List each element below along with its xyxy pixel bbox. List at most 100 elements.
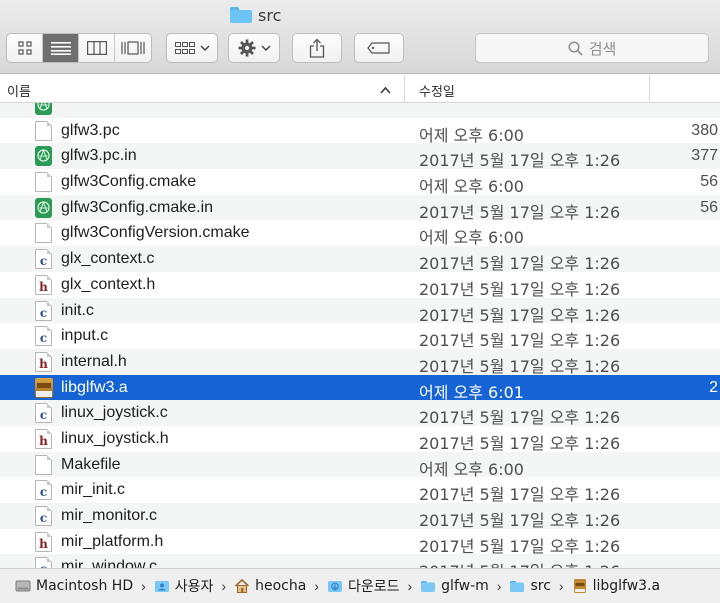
c-source-file-icon: c [35,300,52,321]
file-name: glfw3.pc.in [61,147,137,165]
path-crumb[interactable]: Macintosh HD [15,578,133,594]
file-name: linux_joystick.h [61,429,169,447]
chevron-down-icon [199,45,210,52]
file-row-selected[interactable]: libglfw3.a 어제 오후 6:01 2 [0,374,720,402]
list-view-button[interactable] [43,34,79,62]
file-date-modified: 어제 오후 6:00 [419,228,524,248]
file-row[interactable]: Makefile 어제 오후 6:00 [0,451,720,479]
path-crumb-label: Macintosh HD [36,578,134,594]
arrange-button[interactable] [166,33,218,63]
file-name: linux_joystick.c [61,404,168,422]
icon-view-button[interactable] [7,34,43,62]
file-date-modified: 2017년 5월 17일 오후 1:26 [419,536,621,556]
file-date-modified: 2017년 5월 17일 오후 1:26 [419,485,621,505]
cmake-file-icon [35,146,52,167]
path-crumb[interactable]: heocha [234,578,306,594]
action-button[interactable] [228,33,280,63]
c-header-file-icon: h [35,351,52,372]
file-row[interactable]: c input.c 2017년 5월 17일 오후 1:26 [0,323,720,351]
c-source-file-icon: c [35,506,52,526]
file-row[interactable]: h glx_context.h 2017년 5월 17일 오후 1:26 [0,272,720,299]
file-date-modified: 2017년 5월 17일 오후 1:26 [419,558,620,568]
path-crumb[interactable]: glfw-m [420,578,489,594]
document-icon [35,454,52,475]
list-view-icon [50,42,71,55]
file-name: mir_init.c [61,481,126,499]
file-date-modified: 어제 오후 6:00 [419,125,524,145]
file-date-modified: 2017년 5월 17일 오후 1:26 [419,254,621,274]
file-row[interactable]: c init.c 2017년 5월 17일 오후 1:26 [0,297,720,325]
gear-icon [238,39,255,57]
file-date-modified: 어제 오후 6:01 [419,382,524,402]
file-size: 2 [709,378,718,396]
c-header-file-icon: h [35,274,52,295]
chevron-down-icon [260,45,271,52]
gallery-view-button[interactable] [115,34,151,62]
file-row[interactable]: glfw3Config.cmake 어제 오후 6:00 56 [0,169,720,196]
document-icon [35,172,52,193]
file-row[interactable]: h mir_platform.h 2017년 5월 17일 오후 1:26 [0,529,720,556]
file-date-modified: 2017년 5월 17일 오후 1:26 [419,151,621,171]
column-divider[interactable] [404,75,405,102]
file-rows: glfw3.pc 어제 오후 6:00 380 glfw3.pc.in 2017년 5월… [0,103,720,568]
path-bar: Macintosh HD › 사용자 › heocha › 다운로드 › glfw-m › src ›… [0,568,720,603]
archive-file-icon [35,377,53,398]
document-icon [35,223,52,244]
file-date-modified: 2017년 5월 17일 오후 1:26 [419,408,621,428]
path-crumb-label: heocha [255,578,307,594]
file-name: glfw3.pc [61,121,120,139]
file-date-modified: 2017년 5월 17일 오후 1:26 [419,305,621,325]
path-separator-icon: › [314,578,319,594]
column-divider[interactable] [649,75,650,102]
file-size: 56 [700,173,718,191]
column-header: 이름 수정일 [0,75,720,103]
file-date-modified: 2017년 5월 17일 오후 1:26 [419,331,621,351]
file-row[interactable]: c mir_window.c 2017년 5월 17일 오후 1:26 [0,554,720,568]
arrange-icon [174,42,195,54]
file-name: mir_platform.h [61,532,164,550]
path-crumb[interactable]: libglfw3.a [572,578,661,594]
share-icon [309,38,325,58]
file-name: glfw3ConfigVersion.cmake [61,224,250,242]
file-name: input.c [61,327,109,345]
path-crumb-label: libglfw3.a [592,578,661,594]
folder-icon [420,578,436,594]
home-icon [234,578,250,594]
path-crumb-label: 다운로드 [347,579,400,595]
search-field[interactable]: 검색 [475,33,709,63]
file-row[interactable]: c mir_init.c 2017년 5월 17일 오후 1:26 [0,477,720,505]
path-crumb-label: glfw-m [441,578,489,594]
file-row[interactable]: glfw3.pc.in 2017년 5월 17일 오후 1:26 377 [0,143,720,171]
file-row[interactable]: c linux_joystick.c 2017년 5월 17일 오후 1:26 [0,400,720,428]
column-view-icon [86,41,107,55]
path-separator-icon: › [141,578,146,594]
file-row[interactable]: c mir_monitor.c 2017년 5월 17일 오후 1:26 [0,503,720,530]
path-separator-icon: › [496,578,502,594]
search-placeholder: 검색 [588,39,617,58]
path-separator-icon: › [407,578,413,594]
column-header-name[interactable]: 이름 [7,81,31,100]
path-crumb[interactable]: src [509,578,551,594]
column-view-button[interactable] [79,34,115,62]
tags-button[interactable] [354,33,404,63]
path-separator-icon: › [558,578,564,594]
window-title: src [230,4,281,26]
column-header-date-modified[interactable]: 수정일 [419,81,455,100]
file-row[interactable]: glfw3ConfigVersion.cmake 어제 오후 6:00 [0,220,720,248]
path-crumb[interactable]: 사용자 [154,576,213,596]
file-row[interactable]: glfw3.pc 어제 오후 6:00 380 [0,118,720,145]
gallery-view-icon [121,41,145,55]
file-row[interactable]: h linux_joystick.h 2017년 5월 17일 오후 1:26 [0,426,720,453]
file-name: init.c [61,301,94,319]
c-header-file-icon: h [35,428,52,449]
share-button[interactable] [292,33,342,63]
file-size: 377 [691,147,718,165]
file-row[interactable]: c glx_context.c 2017년 5월 17일 오후 1:26 [0,246,720,274]
file-row[interactable]: glfw3Config.cmake.in 2017년 5월 17일 오후 1:26… [0,194,720,222]
hard-drive-icon [15,578,31,594]
file-row[interactable] [0,103,720,118]
file-row[interactable]: h internal.h 2017년 5월 17일 오후 1:26 [0,348,720,376]
file-list: glfw3.pc 어제 오후 6:00 380 glfw3.pc.in 2017년 5월… [0,103,720,568]
c-source-file-icon: c [35,557,52,568]
path-crumb[interactable]: 다운로드 [327,576,400,596]
